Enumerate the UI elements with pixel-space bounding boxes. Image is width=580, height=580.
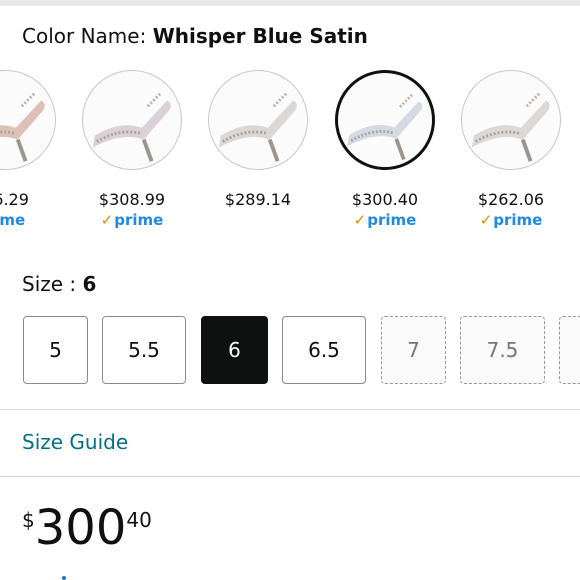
check-icon: ✓: [100, 211, 114, 229]
prime-badge: ✓prime: [80, 211, 184, 229]
size-guide-link[interactable]: Size Guide: [22, 430, 128, 454]
size-option-button[interactable]: 6: [201, 316, 268, 384]
price-whole: 300: [34, 500, 127, 556]
prime-label: prime: [493, 211, 543, 229]
sandal-image: [218, 91, 297, 162]
size-option-button[interactable]: 7.5: [460, 316, 545, 384]
size-label: Size :: [22, 272, 83, 296]
swatch-price: $300.40: [351, 190, 419, 209]
swatch-price: 26.29: [0, 190, 29, 209]
check-icon: ✓: [479, 211, 493, 229]
top-divider-bar: [0, 0, 580, 6]
check-icon: ✓: [353, 211, 367, 229]
swatch-image: [461, 70, 561, 170]
product-price: $30040: [22, 500, 152, 556]
sandal-image: [471, 91, 550, 162]
prime-badge: rime: [0, 211, 58, 229]
size-value: 6: [82, 272, 97, 296]
carousel-indicator-dot: [62, 576, 66, 580]
size-option-button[interactable]: 6.5: [282, 316, 366, 384]
sandal-image: [92, 91, 171, 162]
prime-label: rime: [0, 211, 26, 229]
swatch-price: $262.06: [477, 190, 545, 209]
prime-label: prime: [367, 211, 417, 229]
size-option-button[interactable]: 5.5: [102, 316, 186, 384]
swatch-image: [82, 70, 182, 170]
color-swatch[interactable]: $300.40 ✓prime: [333, 70, 437, 229]
swatch-price: $289.14: [224, 190, 292, 209]
swatch-image: [0, 70, 56, 170]
size-options: 5 5.5 6 6.5 7 7.5: [0, 316, 580, 386]
prime-badge: ✓prime: [459, 211, 563, 229]
swatch-image: [208, 70, 308, 170]
sandal-image: [347, 92, 423, 161]
prime-label: prime: [114, 211, 164, 229]
sandal-image: [0, 91, 45, 162]
price-currency: $: [22, 508, 35, 532]
color-name-label: Color Name:: [22, 24, 153, 48]
divider: [0, 476, 580, 477]
color-swatch[interactable]: 26.29 rime: [0, 70, 58, 229]
price-fraction: 40: [126, 508, 152, 532]
divider: [0, 409, 580, 410]
size-option-button[interactable]: [559, 316, 580, 384]
swatch-price: $308.99: [98, 190, 166, 209]
prime-badge: ✓prime: [333, 211, 437, 229]
size-option-button[interactable]: 7: [381, 316, 446, 384]
color-swatch[interactable]: $289.14: [206, 70, 310, 211]
color-name-row: Color Name: Whisper Blue Satin: [22, 24, 368, 48]
size-option-button[interactable]: 5: [23, 316, 88, 384]
color-swatch[interactable]: $262.06 ✓prime: [459, 70, 563, 229]
color-swatch[interactable]: $308.99 ✓prime: [80, 70, 184, 229]
color-name-value: Whisper Blue Satin: [152, 24, 368, 48]
swatch-image: [335, 70, 435, 170]
size-row: Size : 6: [22, 272, 96, 296]
color-swatch-carousel: 26.29rime$308.99✓prime$289.14$300.40✓pri…: [0, 70, 580, 230]
